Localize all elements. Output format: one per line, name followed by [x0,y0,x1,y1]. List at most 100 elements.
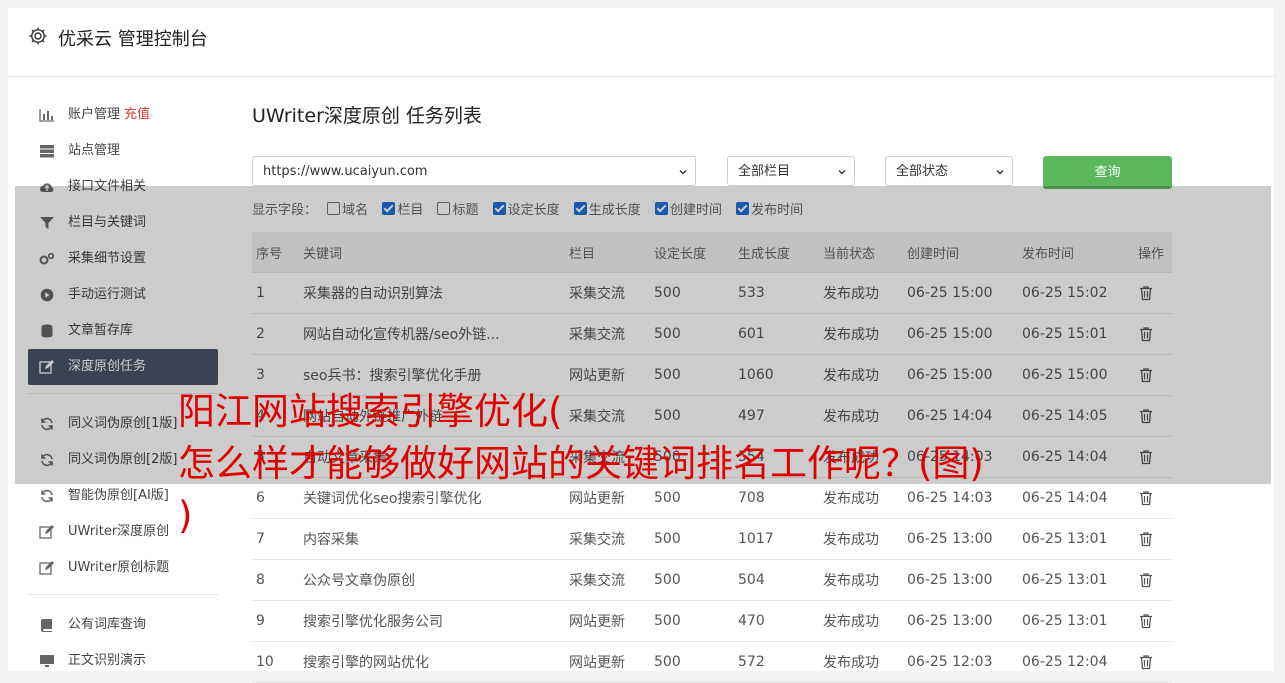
cell-keyword: 搜索引擎优化服务公司 [299,600,565,642]
monitor-icon [40,655,54,667]
book-icon [41,619,52,632]
checkbox[interactable] [382,202,396,215]
table-row: 9 搜索引擎优化服务公司 网站更新 500 470 发布成功 06-25 13:00 06-2… [252,600,1172,642]
checkbox-label: 设定长度 [507,203,560,218]
sidebar-item-label: 站点管理 [68,143,121,158]
cell-column: 采集交流 [565,272,650,314]
cell-column: 网站更新 [565,641,650,683]
cell-index: 1 [252,272,299,314]
sidebar-item-label: 账户管理 [68,107,121,122]
sidebar-item-text-recognition-demo[interactable]: 正文识别演示 [28,643,218,679]
article-headline: 阳江网站搜索引擎优化( 怎么样才能够做好网站的关键词排名工作呢？(图) ) [178,386,1178,542]
cell-status: 发布成功 [819,313,903,355]
checkbox[interactable] [327,202,341,215]
column-select[interactable]: 全部栏目 [727,156,855,186]
status-select[interactable]: 全部状态 [885,156,1013,186]
trash-icon[interactable] [1138,285,1154,301]
cell-actions [1134,272,1172,314]
sidebar-item-manual-run[interactable]: 手动运行测试 [28,277,218,313]
field-checkbox-column[interactable]: 栏目 [382,201,423,221]
edit-icon [39,360,54,374]
refresh-icon [41,489,53,503]
cell-gen-length: 533 [734,272,819,314]
trash-icon[interactable] [1138,367,1154,383]
col-gen-length: 生成长度 [734,232,819,273]
table-row: 8 公众号文章伪原创 采集交流 500 504 发布成功 06-25 13:00 06-25 … [252,559,1172,601]
sidebar-item-label: 同义词伪原创[1版] [68,416,178,431]
sidebar-item-deep-original-tasks[interactable]: 深度原创任务 [28,349,218,385]
cell-keyword: 搜索引擎的网站优化 [299,641,565,683]
sidebar-item-article-storage[interactable]: 文章暂存库 [28,313,218,349]
col-status: 当前状态 [819,232,903,273]
trash-icon[interactable] [1138,613,1154,629]
table-row: 2 网站自动化宣传机器/seo外链... 采集交流 500 601 发布成功 06-25 1… [252,313,1172,355]
cell-published: 06-25 13:01 [1018,559,1134,601]
trash-icon[interactable] [1138,654,1154,670]
cell-column: 网站更新 [565,600,650,642]
refresh-icon [41,453,53,467]
sidebar-item-label: 正文识别演示 [68,653,147,668]
col-published: 发布时间 [1018,232,1134,273]
headline-line: ) [178,494,193,537]
col-index: 序号 [252,232,299,273]
bar-chart-icon [39,109,54,122]
sidebar-item-label: 采集细节设置 [68,251,147,266]
filter-bar: https://www.ucaiyun.com 全部栏目 全部状态 查询 [252,156,1172,189]
cell-created: 06-25 12:03 [903,641,1018,683]
cloud-upload-icon [40,183,54,192]
sidebar-item-uwriter-title[interactable]: UWriter原创标题 [28,550,218,586]
sidebar-item-interface-files[interactable]: 接口文件相关 [28,169,218,205]
checkbox-label: 域名 [342,203,369,218]
gears-icon [39,252,55,265]
sidebar-item-label: 智能伪原创[AI版] [68,488,169,503]
checkbox[interactable] [437,202,451,215]
field-checkbox-set-length[interactable]: 设定长度 [492,201,560,221]
cell-actions [1134,641,1172,683]
cell-index: 2 [252,313,299,355]
checkbox[interactable] [736,202,750,215]
checkbox-label: 栏目 [397,203,424,218]
sidebar-item-label: 接口文件相关 [68,179,147,194]
headline-line: 怎么样才能够做好网站的关键词排名工作呢？(图) [178,442,984,485]
col-actions: 操作 [1134,232,1172,273]
display-fields-label: 显示字段： [252,203,318,218]
sidebar-item-label: 深度原创任务 [68,359,147,374]
table-row: 1 采集器的自动识别算法 采集交流 500 533 发布成功 06-25 15:00 06-2… [252,272,1172,314]
trash-icon[interactable] [1138,326,1154,342]
trash-icon[interactable] [1138,572,1154,588]
field-checkbox-title[interactable]: 标题 [437,201,478,221]
table-row: 10 搜索引擎的网站优化 网站更新 500 572 发布成功 06-25 12:03 06-2… [252,641,1172,683]
cell-set-length: 500 [650,272,734,314]
checkbox[interactable] [492,202,506,215]
search-button[interactable]: 查询 [1043,156,1172,189]
site-select[interactable]: https://www.ucaiyun.com [252,156,696,186]
checkbox-label: 生成长度 [588,203,641,218]
cell-published: 06-25 15:01 [1018,313,1134,355]
headline-line: 阳江网站搜索引擎优化( [178,390,563,433]
sidebar-item-columns-keywords[interactable]: 栏目与关键词 [28,205,218,241]
database-icon [41,324,53,338]
field-checkbox-created[interactable]: 创建时间 [654,201,722,221]
chevron-down-icon [996,170,1004,175]
cell-actions [1134,559,1172,601]
sidebar-item-public-lexicon[interactable]: 公有词库查询 [28,607,218,643]
cell-published: 06-25 13:01 [1018,600,1134,642]
gear-icon [29,27,47,45]
checkbox[interactable] [573,202,587,215]
sidebar-item-label: UWriter原创标题 [68,560,170,575]
checkbox[interactable] [654,202,668,215]
top-bar: 优采云 管理控制台 [8,8,1274,77]
field-checkbox-published[interactable]: 发布时间 [736,201,803,221]
cell-gen-length: 572 [734,641,819,683]
recharge-link[interactable]: 充值 [124,107,150,122]
field-checkbox-domain[interactable]: 域名 [327,201,368,221]
field-checkbox-gen-length[interactable]: 生成长度 [573,201,641,221]
cell-gen-length: 601 [734,313,819,355]
cell-published: 06-25 12:04 [1018,641,1134,683]
sidebar-item-sites[interactable]: 站点管理 [28,133,218,169]
sidebar-item-account[interactable]: 账户管理 充值 [28,97,218,133]
cell-keyword: 公众号文章伪原创 [299,559,565,601]
table-header-row: 序号 关键词 栏目 设定长度 生成长度 当前状态 创建时间 发布时间 操作 [252,232,1172,273]
sidebar-item-collect-settings[interactable]: 采集细节设置 [28,241,218,277]
cell-created: 06-25 15:00 [903,313,1018,355]
